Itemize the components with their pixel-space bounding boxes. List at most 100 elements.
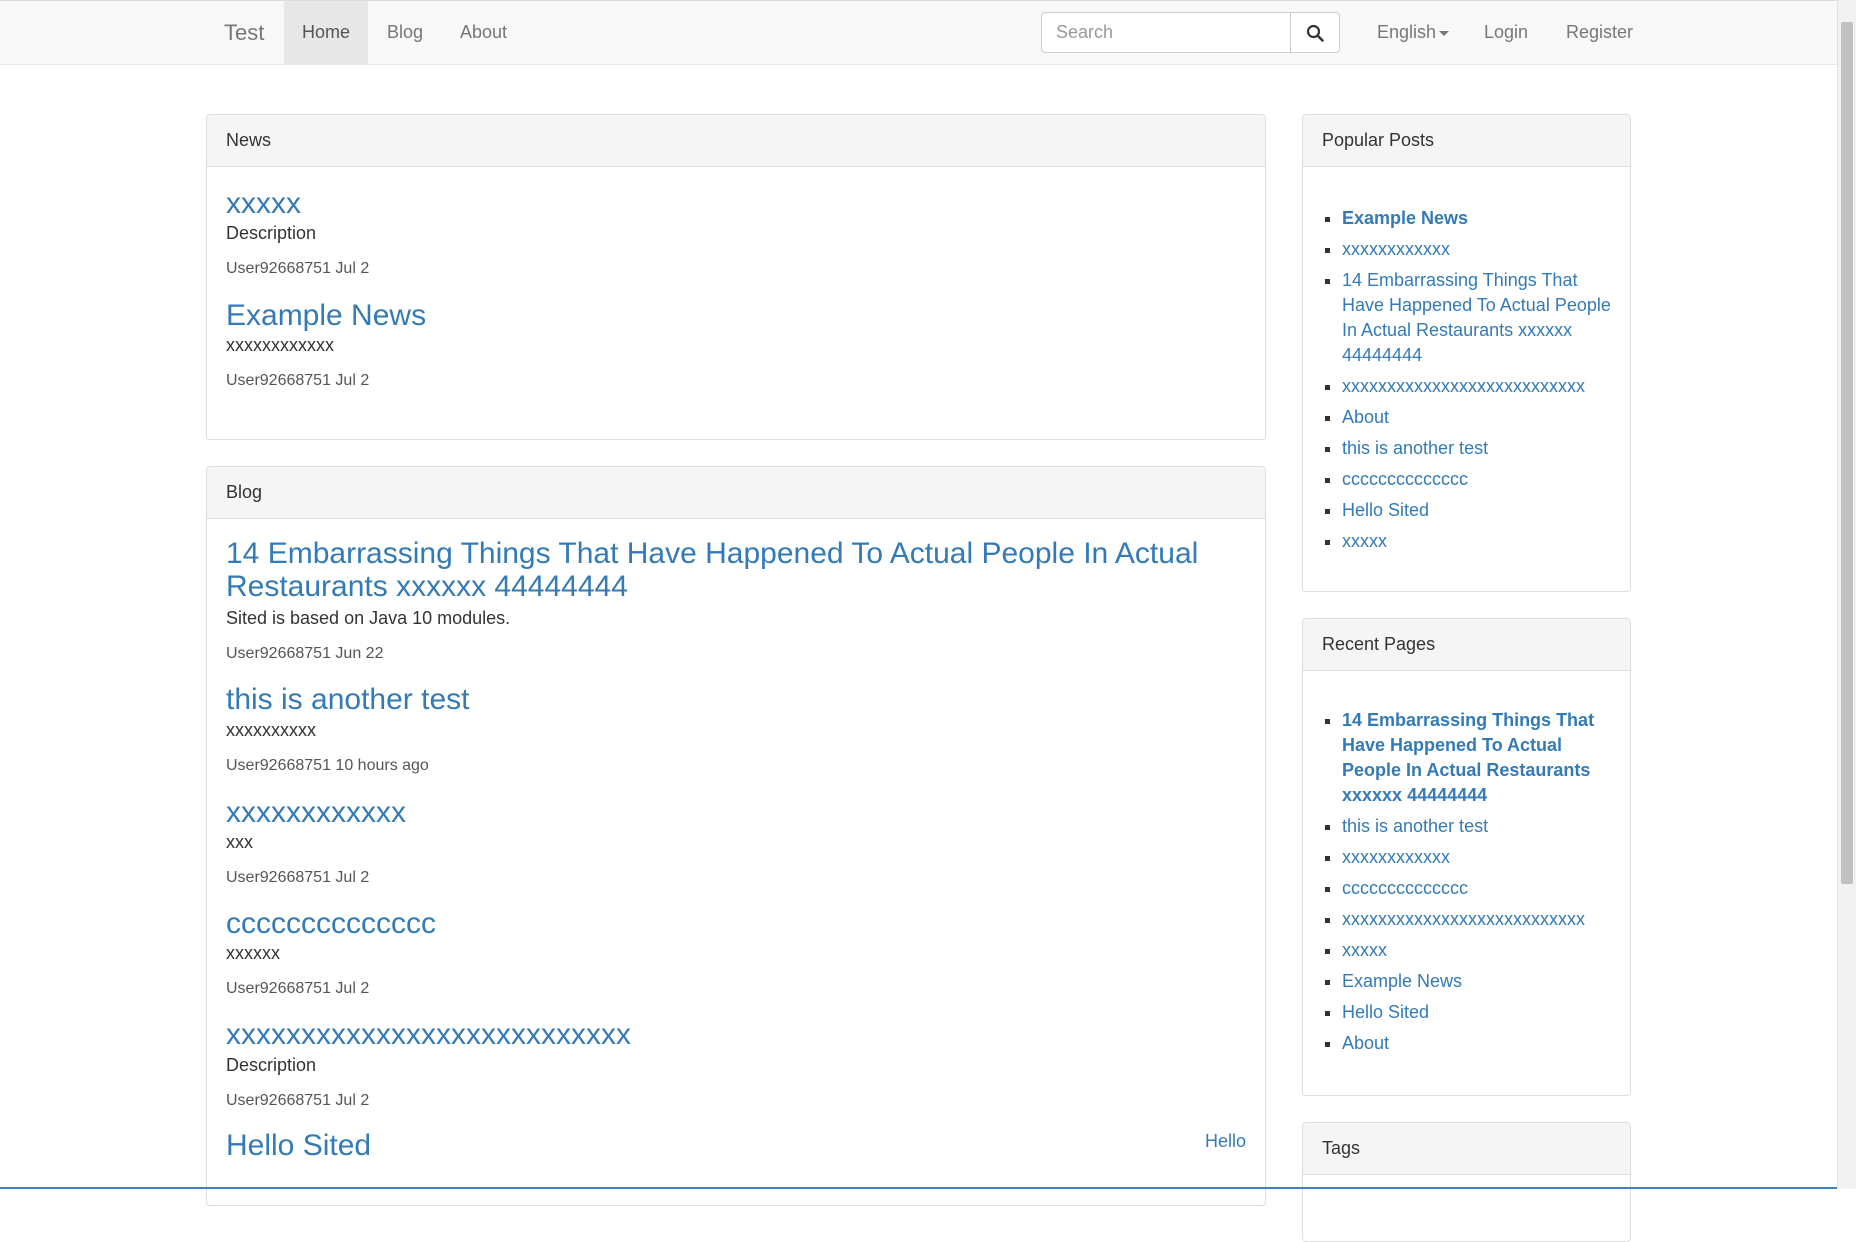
news-post-description: xxxxxxxxxxxx — [226, 335, 334, 355]
tags-panel: Tags — [1302, 1122, 1631, 1242]
list-item: this is another test — [1342, 436, 1611, 461]
popular-post-link[interactable]: Example News — [1342, 208, 1468, 228]
post-date: 10 hours ago — [335, 757, 429, 774]
post-date: Jul 2 — [335, 1092, 370, 1109]
news-post-title[interactable]: Example News — [226, 299, 1246, 332]
list-item: 14 Embarrassing Things That Have Happene… — [1342, 708, 1611, 808]
popular-post-link[interactable]: xxxxx — [1342, 531, 1387, 551]
post-author: User92668751 — [226, 260, 331, 277]
recent-page-link[interactable]: xxxxx — [1342, 940, 1387, 960]
vertical-scrollbar[interactable] — [1837, 0, 1856, 1189]
blog-panel: Blog 14 Embarrassing Things That Have Ha… — [206, 466, 1266, 1206]
nav-home[interactable]: Home — [284, 1, 368, 64]
list-item: Hello Sited — [1342, 1000, 1611, 1025]
post-author: User92668751 — [226, 1092, 331, 1109]
tags-heading: Tags — [1303, 1123, 1630, 1175]
search-icon — [1306, 24, 1324, 42]
blog-post-title[interactable]: xxxxxxxxxxxxxxxxxxxxxxxxxxx — [226, 1018, 1246, 1051]
news-post: xxxxx Description User92668751 Jul 2 — [226, 187, 1246, 279]
blog-post-description: Sited is based on Java 10 modules. — [226, 608, 511, 628]
list-item: xxxxxxxxxxxxxxxxxxxxxxxxxxx — [1342, 907, 1611, 932]
blog-post-meta: User92668751 Jul 2 — [226, 1091, 1246, 1111]
list-item: Example News — [1342, 206, 1611, 231]
search-input[interactable] — [1041, 12, 1291, 53]
blog-post-title[interactable]: this is another test — [226, 683, 1246, 716]
blog-post-title[interactable]: cccccccccccccc — [226, 907, 1246, 940]
news-panel-heading: News — [207, 115, 1265, 167]
list-item: xxxxx — [1342, 938, 1611, 963]
list-item: Hello Sited — [1342, 498, 1611, 523]
scrollbar-thumb[interactable] — [1841, 22, 1853, 884]
nav-about[interactable]: About — [460, 1, 507, 64]
list-item: xxxxxxxxxxxxxxxxxxxxxxxxxxx — [1342, 374, 1611, 399]
list-item: xxxxxxxxxxxx — [1342, 237, 1611, 262]
blog-post: 14 Embarrassing Things That Have Happene… — [226, 537, 1246, 664]
news-post-meta: User92668751 Jul 2 — [226, 259, 1246, 279]
login-link[interactable]: Login — [1484, 1, 1528, 64]
brand-logo[interactable]: Test — [224, 1, 264, 64]
search-button[interactable] — [1290, 12, 1340, 53]
post-author: User92668751 — [226, 372, 331, 389]
caret-down-icon — [1439, 30, 1450, 36]
post-author: User92668751 — [226, 980, 331, 997]
post-author: User92668751 — [226, 869, 331, 886]
list-item: About — [1342, 405, 1611, 430]
news-post-description: Description — [226, 223, 317, 243]
blog-panel-heading: Blog — [207, 467, 1265, 519]
register-link[interactable]: Register — [1566, 1, 1633, 64]
blog-post-description: xxx — [226, 832, 253, 852]
blog-post-title-line: 14 Embarrassing Things That Have Happene… — [226, 537, 1199, 570]
news-post: Example News xxxxxxxxxxxx User92668751 J… — [226, 299, 1246, 391]
blog-post-meta: User92668751 10 hours ago — [226, 756, 1246, 776]
blog-post-title[interactable]: xxxxxxxxxxxx — [226, 796, 1246, 829]
top-navbar: Test Home Blog About English Login Regis… — [0, 0, 1838, 65]
blog-post-meta: User92668751 Jul 2 — [226, 979, 1246, 999]
blog-post-description: xxxxxx — [226, 943, 280, 963]
recent-page-link[interactable]: About — [1342, 1033, 1389, 1053]
blog-post-tag-link[interactable]: Hello — [1205, 1131, 1246, 1152]
blog-post-title[interactable]: Hello Sited — [226, 1129, 1246, 1162]
popular-post-link[interactable]: Hello Sited — [1342, 500, 1429, 520]
blog-post-title-line: Restaurants xxxxxx 44444444 — [226, 570, 628, 603]
post-date: Jul 2 — [335, 980, 370, 997]
popular-post-link[interactable]: 14 Embarrassing Things That Have Happene… — [1342, 270, 1611, 365]
list-item: Example News — [1342, 969, 1611, 994]
nav-blog[interactable]: Blog — [387, 1, 423, 64]
post-author: User92668751 — [226, 757, 331, 774]
recent-page-link[interactable]: this is another test — [1342, 816, 1488, 836]
popular-posts-heading: Popular Posts — [1303, 115, 1630, 167]
popular-post-link[interactable]: About — [1342, 407, 1389, 427]
popular-post-link[interactable]: cccccccccccccc — [1342, 469, 1468, 489]
news-panel: News xxxxx Description User92668751 Jul … — [206, 114, 1266, 440]
recent-page-link[interactable]: Example News — [1342, 971, 1462, 991]
blog-post: this is another test xxxxxxxxxx User9266… — [226, 683, 1246, 776]
popular-post-link[interactable]: this is another test — [1342, 438, 1488, 458]
recent-page-link[interactable]: xxxxxxxxxxxx — [1342, 847, 1450, 867]
list-item: cccccccccccccc — [1342, 467, 1611, 492]
blog-post-meta: User92668751 Jul 2 — [226, 868, 1246, 888]
recent-page-link[interactable]: Hello Sited — [1342, 1002, 1429, 1022]
popular-posts-panel: Popular Posts Example News xxxxxxxxxxxx … — [1302, 114, 1631, 592]
recent-page-link[interactable]: 14 Embarrassing Things That Have Happene… — [1342, 710, 1594, 805]
blog-post: Hello Sited Hello — [226, 1129, 1246, 1162]
recent-page-link[interactable]: cccccccccccccc — [1342, 878, 1468, 898]
popular-posts-list: Example News xxxxxxxxxxxx 14 Embarrassin… — [1303, 206, 1611, 554]
news-post-meta: User92668751 Jul 2 — [226, 371, 1246, 391]
list-item: xxxxxxxxxxxx — [1342, 845, 1611, 870]
post-date: Jul 2 — [335, 869, 370, 886]
blog-post-description: Description — [226, 1055, 317, 1075]
post-date: Jun 22 — [335, 645, 384, 662]
language-dropdown[interactable]: English — [1377, 1, 1450, 64]
recent-pages-heading: Recent Pages — [1303, 619, 1630, 671]
popular-post-link[interactable]: xxxxxxxxxxxx — [1342, 239, 1450, 259]
list-item: this is another test — [1342, 814, 1611, 839]
post-author: User92668751 — [226, 645, 331, 662]
blog-post: xxxxxxxxxxxxxxxxxxxxxxxxxxx Description … — [226, 1018, 1246, 1111]
blog-post: cccccccccccccc xxxxxx User92668751 Jul 2 — [226, 907, 1246, 999]
recent-page-link[interactable]: xxxxxxxxxxxxxxxxxxxxxxxxxxx — [1342, 909, 1585, 929]
popular-post-link[interactable]: xxxxxxxxxxxxxxxxxxxxxxxxxxx — [1342, 376, 1585, 396]
list-item: 14 Embarrassing Things That Have Happene… — [1342, 268, 1611, 368]
blog-post-title[interactable]: 14 Embarrassing Things That Have Happene… — [226, 537, 1246, 603]
list-item: xxxxx — [1342, 529, 1611, 554]
news-post-title[interactable]: xxxxx — [226, 187, 1246, 220]
